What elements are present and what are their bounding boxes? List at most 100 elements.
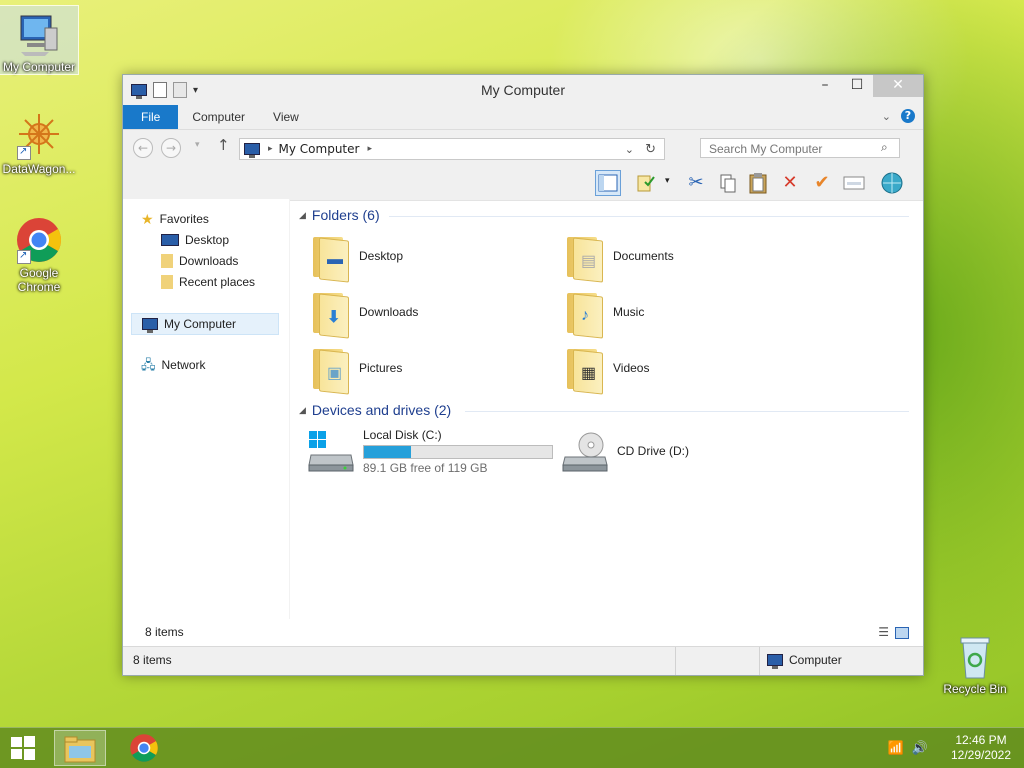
pictures-folder-icon: ▣ [309,345,351,395]
folders-group-header[interactable]: ◢ Folders (6) [299,207,380,223]
drive-usage-bar [363,444,553,459]
collapse-icon[interactable]: ◢ [299,210,306,221]
up-button[interactable]: ↑ [217,136,230,154]
cut-button[interactable]: ✂ [683,170,709,196]
divider [759,647,760,675]
taskbar-google-chrome[interactable] [118,730,170,766]
search-icon[interactable]: ⌕ [881,140,915,155]
recycle-bin-icon [951,632,999,680]
folder-videos[interactable]: ▦ Videos [563,343,813,395]
clock-time: 12:46 PM [955,733,1007,747]
star-icon: ★ [141,211,154,227]
paste-button[interactable] [745,170,771,196]
expand-ribbon-icon[interactable]: ⌄ [882,110,891,123]
large-icons-view-icon[interactable] [895,627,909,639]
refresh-icon[interactable]: ↻ [645,142,656,157]
divider [389,216,909,217]
chrome-icon [130,734,158,762]
devices-group-header[interactable]: ◢ Devices and drives (2) [299,402,451,418]
taskbar-file-explorer[interactable] [54,730,106,766]
documents-folder-icon: ▤ [563,233,605,283]
nav-my-computer[interactable]: My Computer [131,313,279,335]
folders-header-label: Folders (6) [311,207,380,223]
volume-icon[interactable]: 🔊 [912,740,928,756]
new-window-button[interactable] [841,170,867,196]
search-input[interactable]: Search My Computer [700,138,900,158]
properties-dropdown-icon[interactable]: ▾ [665,176,670,186]
start-button[interactable] [0,730,46,766]
tab-file[interactable]: File [123,105,179,129]
nav-recent-places[interactable]: Recent places [161,272,255,292]
status-bar: 8 items Computer [123,646,923,675]
system-tray: 📶 🔊 12:46 PM 12/29/2022 [888,728,1024,768]
command-toolbar: ▾ ✂ ✕ ✔ [123,166,923,201]
desktop-folder-icon: ▬ [309,233,351,283]
folder-label: Pictures [359,361,403,375]
item-count: 8 items [145,625,184,639]
view-switcher: ☰ [878,625,909,639]
title-bar[interactable]: ▾ My Computer – ☐ ✕ [123,75,923,105]
downloads-folder-icon [161,254,173,268]
drive-local-disk-c[interactable]: Local Disk (C:) 89.1 GB free of 119 GB [307,427,553,475]
close-button[interactable]: ✕ [873,75,923,97]
hard-drive-icon [307,427,355,475]
navigation-bar: ← → ▾ ↑ ▸ My Computer ▸ ⌄ ↻ Search My Co… [123,130,923,166]
folder-music[interactable]: ♪ Music [563,287,813,339]
details-view-icon[interactable]: ☰ [878,625,889,639]
breadcrumb-chevron-icon[interactable]: ▸ [268,144,273,154]
preview-pane-button[interactable] [595,170,621,196]
copy-button[interactable] [715,170,741,196]
address-bar[interactable]: ▸ My Computer ▸ ⌄ ↻ [239,138,665,160]
nav-favorites[interactable]: ★ Favorites [141,209,209,229]
rename-button[interactable]: ✔ [809,170,835,196]
delete-button[interactable]: ✕ [777,170,803,196]
window-title: My Computer [480,82,566,98]
drive-name: Local Disk (C:) [363,427,442,442]
properties-button[interactable] [633,170,659,196]
back-button[interactable]: ← [133,138,153,158]
status-location: Computer [767,653,842,669]
help-icon[interactable]: ? [901,109,915,123]
drive-usage-fill [364,445,411,458]
maximize-button[interactable]: ☐ [841,75,873,97]
folder-downloads[interactable]: ⬇ Downloads [309,287,559,339]
clock[interactable]: 12:46 PM 12/29/2022 [938,733,1024,763]
desktop-icon-my-computer[interactable]: My Computer [0,5,79,75]
shortcut-arrow-icon [17,145,31,160]
breadcrumb-chevron-icon[interactable]: ▸ [367,144,372,154]
computer-icon [767,654,783,669]
network-globe-button[interactable] [879,170,905,196]
nav-downloads[interactable]: Downloads [161,251,238,271]
videos-folder-icon: ▦ [563,345,605,395]
desktop-icon-datawagon[interactable]: DataWagon... [0,108,78,176]
nav-desktop[interactable]: Desktop [161,230,229,250]
windows-logo-icon [11,736,35,760]
folder-label: Desktop [359,249,404,263]
desktop-icon-label: DataWagon... [2,162,76,176]
nav-recent-places-label: Recent places [179,275,256,289]
recent-locations-icon[interactable]: ▾ [195,140,200,150]
tab-view[interactable]: View [259,105,313,129]
forward-button[interactable]: → [161,138,181,158]
folder-pictures[interactable]: ▣ Pictures [309,343,559,395]
minimize-button[interactable]: – [809,75,841,97]
nav-network[interactable]: 🖧 Network [141,355,206,375]
network-status-icon[interactable]: 📶 [888,740,904,756]
divider [675,647,676,675]
tab-computer[interactable]: Computer [178,105,259,129]
address-dropdown-icon[interactable]: ⌄ [625,143,634,156]
content-pane: ◢ Folders (6) ▬ Desktop ▤ Documents ⬇ Do… [295,199,923,619]
computer-icon [142,318,158,333]
datawagon-icon [15,112,63,160]
file-explorer-icon [64,736,96,763]
desktop-icon-label: Recycle Bin [943,682,1007,696]
drive-free-space: 89.1 GB free of 119 GB [363,460,488,475]
breadcrumb-my-computer[interactable]: My Computer [279,142,360,156]
folder-desktop[interactable]: ▬ Desktop [309,231,559,283]
desktop-icon-google-chrome[interactable]: Google Chrome [0,212,78,294]
desktop-icon-recycle-bin[interactable]: Recycle Bin [936,628,1014,696]
drive-cd-d[interactable]: CD Drive (D:) [561,427,689,475]
folder-documents[interactable]: ▤ Documents [563,231,813,283]
collapse-icon[interactable]: ◢ [299,405,306,416]
status-location-label: Computer [789,653,842,667]
